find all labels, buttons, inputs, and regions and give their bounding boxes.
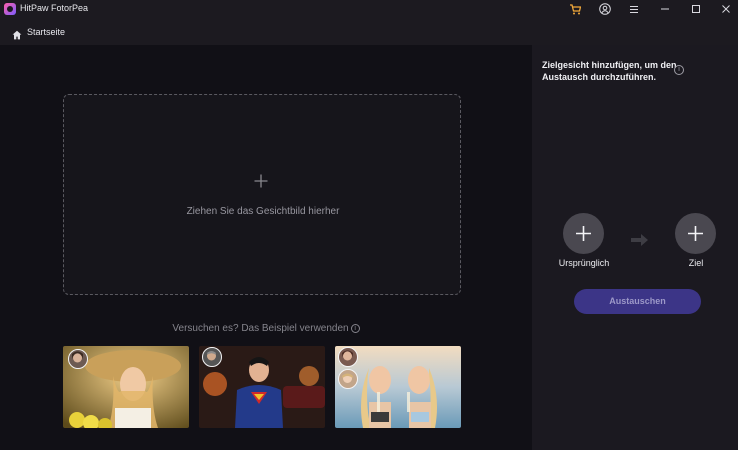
account-icon[interactable]	[598, 0, 612, 18]
face-thumb	[338, 369, 358, 389]
cart-icon[interactable]	[568, 0, 582, 18]
example-prompt-text: Versuchen es? Das Beispiel verwenden	[172, 323, 349, 334]
swap-button[interactable]: Austauschen	[574, 289, 701, 314]
close-icon[interactable]	[719, 0, 733, 18]
arrow-right-icon	[631, 233, 649, 246]
example-prompt: Versuchen es? Das Beispiel verwenden i	[0, 323, 532, 334]
plus-icon	[688, 226, 703, 241]
menu-icon[interactable]	[627, 0, 641, 18]
dropzone-hint: Ziehen Sie das Gesichtbild hierher	[186, 206, 340, 217]
plus-icon	[576, 226, 591, 241]
original-label: Ursprünglich	[558, 258, 610, 268]
info-icon[interactable]: i	[350, 324, 360, 333]
add-original-button[interactable]	[563, 213, 604, 254]
swap-panel: Zielgesicht hinzufügen, um den Austausch…	[532, 45, 738, 450]
home-icon[interactable]	[12, 27, 22, 40]
info-icon[interactable]: i	[674, 65, 684, 75]
panel-title: Zielgesicht hinzufügen, um den Austausch…	[542, 60, 677, 82]
title-bar: HitPaw FotorPea	[0, 0, 738, 18]
nav-bar: Startseite	[0, 18, 738, 45]
face-thumb	[338, 347, 358, 367]
face-thumb	[202, 347, 222, 367]
example-image-2[interactable]	[199, 346, 325, 428]
face-dropzone[interactable]: Ziehen Sie das Gesichtbild hierher	[63, 94, 461, 295]
plus-icon	[254, 174, 268, 188]
example-image-3[interactable]	[335, 346, 461, 428]
home-link[interactable]: Startseite	[27, 27, 65, 37]
app-logo-icon	[4, 3, 16, 15]
main-area: Ziehen Sie das Gesichtbild hierher Versu…	[0, 45, 532, 450]
maximize-icon[interactable]	[689, 0, 703, 18]
face-thumb	[68, 349, 88, 369]
example-image-1[interactable]	[63, 346, 189, 428]
app-title: HitPaw FotorPea	[20, 3, 89, 13]
add-target-button[interactable]	[675, 213, 716, 254]
minimize-icon[interactable]	[658, 0, 672, 18]
target-label: Ziel	[688, 258, 704, 268]
